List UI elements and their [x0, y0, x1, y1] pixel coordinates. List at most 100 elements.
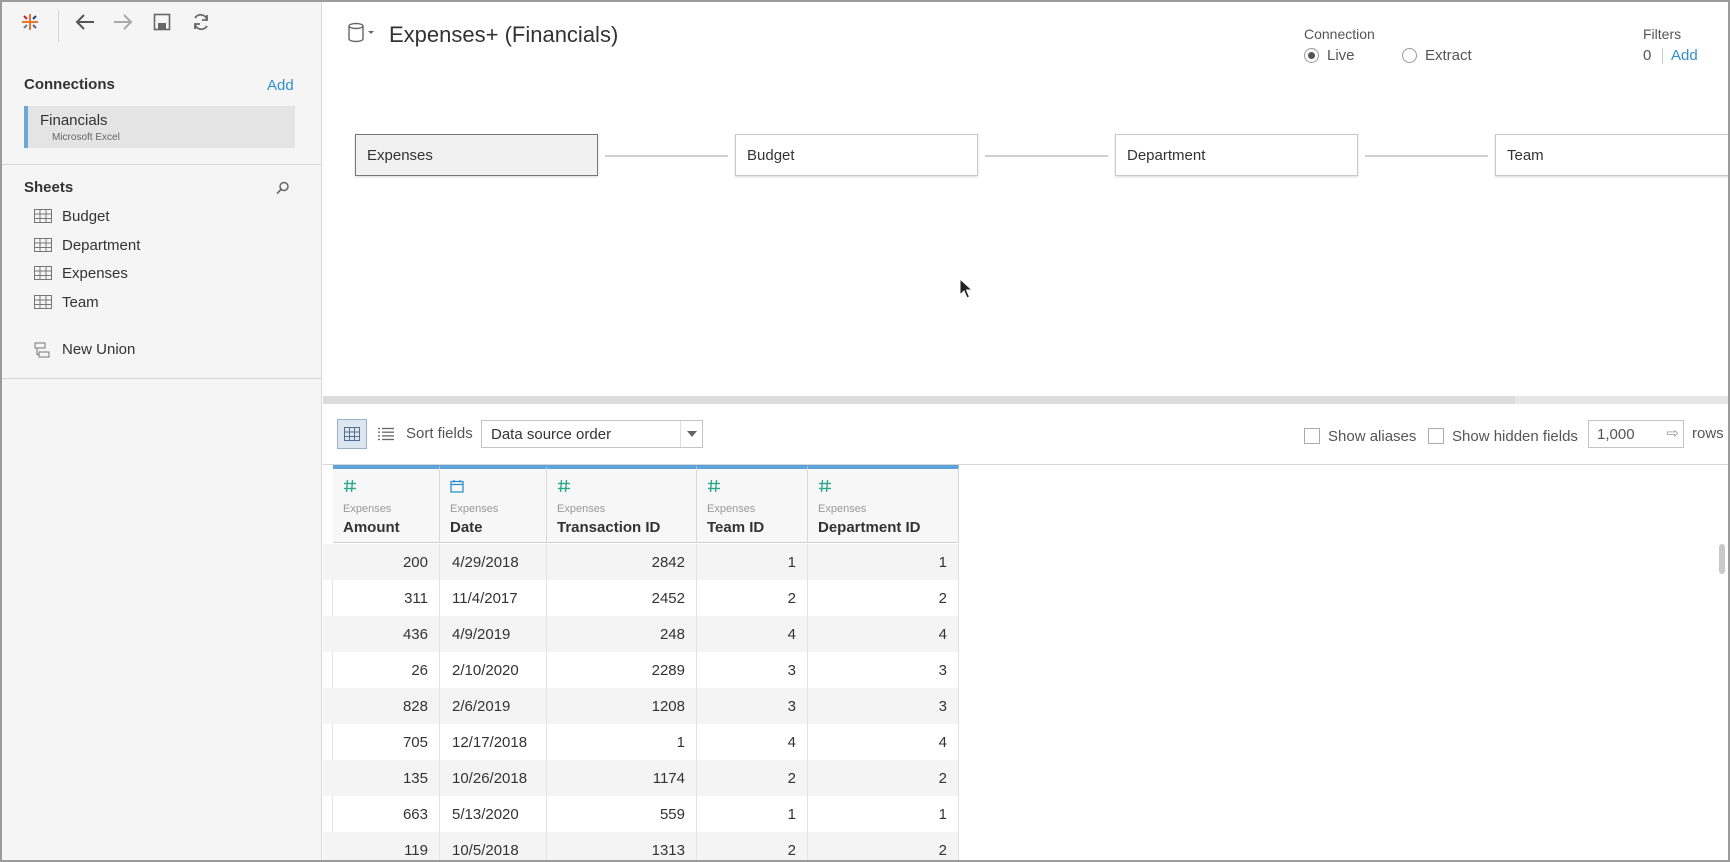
- cell-department-id[interactable]: 4: [808, 724, 959, 760]
- canvas-table-team[interactable]: Team: [1495, 134, 1728, 176]
- refresh-icon[interactable]: [188, 10, 214, 34]
- table-grid-icon: [34, 295, 52, 309]
- extract-radio[interactable]: [1402, 48, 1417, 63]
- cell-team-id[interactable]: 4: [697, 616, 808, 652]
- cell-date[interactable]: 12/17/2018: [440, 724, 547, 760]
- cell-team-id[interactable]: 1: [697, 796, 808, 832]
- cell-transaction-id[interactable]: 1208: [547, 688, 697, 724]
- column-name: Amount: [343, 519, 400, 536]
- list-view-button[interactable]: [373, 419, 399, 449]
- canvas-table-expenses[interactable]: Expenses: [355, 134, 598, 176]
- cell-team-id[interactable]: 3: [697, 652, 808, 688]
- save-icon[interactable]: [149, 10, 175, 34]
- datasource-title[interactable]: Expenses+ (Financials): [389, 22, 618, 48]
- column-header-transaction-id[interactable]: Expenses Transaction ID: [547, 465, 697, 543]
- new-union-item[interactable]: New Union: [34, 339, 135, 359]
- cell-department-id[interactable]: 3: [808, 652, 959, 688]
- show-hidden-fields-checkbox[interactable]: [1428, 428, 1444, 444]
- cell-amount[interactable]: 135: [333, 760, 440, 796]
- cell-amount[interactable]: 200: [333, 544, 440, 580]
- cell-transaction-id[interactable]: 1: [547, 724, 697, 760]
- forward-arrow-icon[interactable]: [110, 10, 136, 34]
- grid-vertical-scrollbar[interactable]: [1719, 544, 1725, 574]
- cell-department-id[interactable]: 2: [808, 580, 959, 616]
- cell-amount[interactable]: 26: [333, 652, 440, 688]
- cell-amount[interactable]: 828: [333, 688, 440, 724]
- live-label: Live: [1327, 47, 1355, 64]
- canvas-horizontal-scrollbar[interactable]: [323, 396, 1728, 404]
- extract-radio-option[interactable]: Extract: [1402, 47, 1472, 64]
- cell-date[interactable]: 2/6/2019: [440, 688, 547, 724]
- column-header-department-id[interactable]: Expenses Department ID: [808, 465, 959, 543]
- connection-item-financials[interactable]: Financials Microsoft Excel: [24, 106, 295, 148]
- database-cylinder-icon[interactable]: [347, 22, 377, 49]
- cell-date[interactable]: 10/5/2018: [440, 832, 547, 860]
- cell-transaction-id[interactable]: 1313: [547, 832, 697, 860]
- join-line[interactable]: [985, 155, 1108, 157]
- show-aliases-option[interactable]: Show aliases: [1304, 422, 1416, 450]
- back-arrow-icon[interactable]: [72, 10, 98, 34]
- grid-view-button[interactable]: [337, 419, 367, 449]
- cell-team-id[interactable]: 4: [697, 724, 808, 760]
- cell-amount[interactable]: 119: [333, 832, 440, 860]
- cell-date[interactable]: 10/26/2018: [440, 760, 547, 796]
- scrollbar-thumb[interactable]: [323, 396, 1515, 404]
- cell-transaction-id[interactable]: 1174: [547, 760, 697, 796]
- sheet-item-expenses[interactable]: Expenses: [34, 263, 128, 283]
- cell-amount[interactable]: 705: [333, 724, 440, 760]
- cell-team-id[interactable]: 2: [697, 832, 808, 860]
- live-radio-option[interactable]: Live: [1304, 47, 1355, 64]
- sheet-item-department[interactable]: Department: [34, 235, 140, 255]
- cell-transaction-id[interactable]: 559: [547, 796, 697, 832]
- rows-count-input[interactable]: 1,000 ⇨: [1588, 420, 1684, 448]
- apply-arrow-icon[interactable]: ⇨: [1666, 424, 1679, 442]
- join-line[interactable]: [605, 155, 728, 157]
- column-header-date[interactable]: Expenses Date: [440, 465, 547, 543]
- cell-date[interactable]: 11/4/2017: [440, 580, 547, 616]
- calendar-icon[interactable]: [450, 479, 464, 493]
- number-type-icon[interactable]: [707, 479, 721, 493]
- search-sheets-icon[interactable]: [275, 180, 291, 201]
- sheet-label: Budget: [62, 207, 110, 225]
- cell-date[interactable]: 4/29/2018: [440, 544, 547, 580]
- cell-transaction-id[interactable]: 2842: [547, 544, 697, 580]
- column-name: Transaction ID: [557, 519, 661, 536]
- show-aliases-checkbox[interactable]: [1304, 428, 1320, 444]
- cell-date[interactable]: 5/13/2020: [440, 796, 547, 832]
- sheet-item-team[interactable]: Team: [34, 292, 99, 312]
- cell-team-id[interactable]: 2: [697, 760, 808, 796]
- column-header-team-id[interactable]: Expenses Team ID: [697, 465, 808, 543]
- cell-team-id[interactable]: 1: [697, 544, 808, 580]
- number-type-icon[interactable]: [343, 479, 357, 493]
- sheet-item-budget[interactable]: Budget: [34, 206, 110, 226]
- cell-department-id[interactable]: 4: [808, 616, 959, 652]
- tableau-logo-icon[interactable]: [17, 10, 43, 34]
- chevron-down-icon[interactable]: [680, 421, 702, 447]
- number-type-icon[interactable]: [557, 479, 571, 493]
- add-filter-link[interactable]: Add: [1671, 47, 1698, 64]
- sort-fields-dropdown[interactable]: Data source order: [481, 420, 703, 448]
- cell-transaction-id[interactable]: 248: [547, 616, 697, 652]
- cell-amount[interactable]: 663: [333, 796, 440, 832]
- canvas-table-department[interactable]: Department: [1115, 134, 1358, 176]
- column-header-amount[interactable]: Expenses Amount: [333, 465, 440, 543]
- canvas-table-budget[interactable]: Budget: [735, 134, 978, 176]
- cell-department-id[interactable]: 1: [808, 796, 959, 832]
- cell-department-id[interactable]: 3: [808, 688, 959, 724]
- cell-team-id[interactable]: 3: [697, 688, 808, 724]
- cell-team-id[interactable]: 2: [697, 580, 808, 616]
- cell-department-id[interactable]: 2: [808, 760, 959, 796]
- cell-department-id[interactable]: 2: [808, 832, 959, 860]
- number-type-icon[interactable]: [818, 479, 832, 493]
- live-radio[interactable]: [1304, 48, 1319, 63]
- add-connection-link[interactable]: Add: [267, 77, 294, 94]
- cell-amount[interactable]: 311: [333, 580, 440, 616]
- cell-transaction-id[interactable]: 2452: [547, 580, 697, 616]
- cell-date[interactable]: 2/10/2020: [440, 652, 547, 688]
- cell-department-id[interactable]: 1: [808, 544, 959, 580]
- cell-transaction-id[interactable]: 2289: [547, 652, 697, 688]
- cell-amount[interactable]: 436: [333, 616, 440, 652]
- show-hidden-fields-option[interactable]: Show hidden fields: [1428, 422, 1578, 450]
- cell-date[interactable]: 4/9/2019: [440, 616, 547, 652]
- join-line[interactable]: [1365, 155, 1488, 157]
